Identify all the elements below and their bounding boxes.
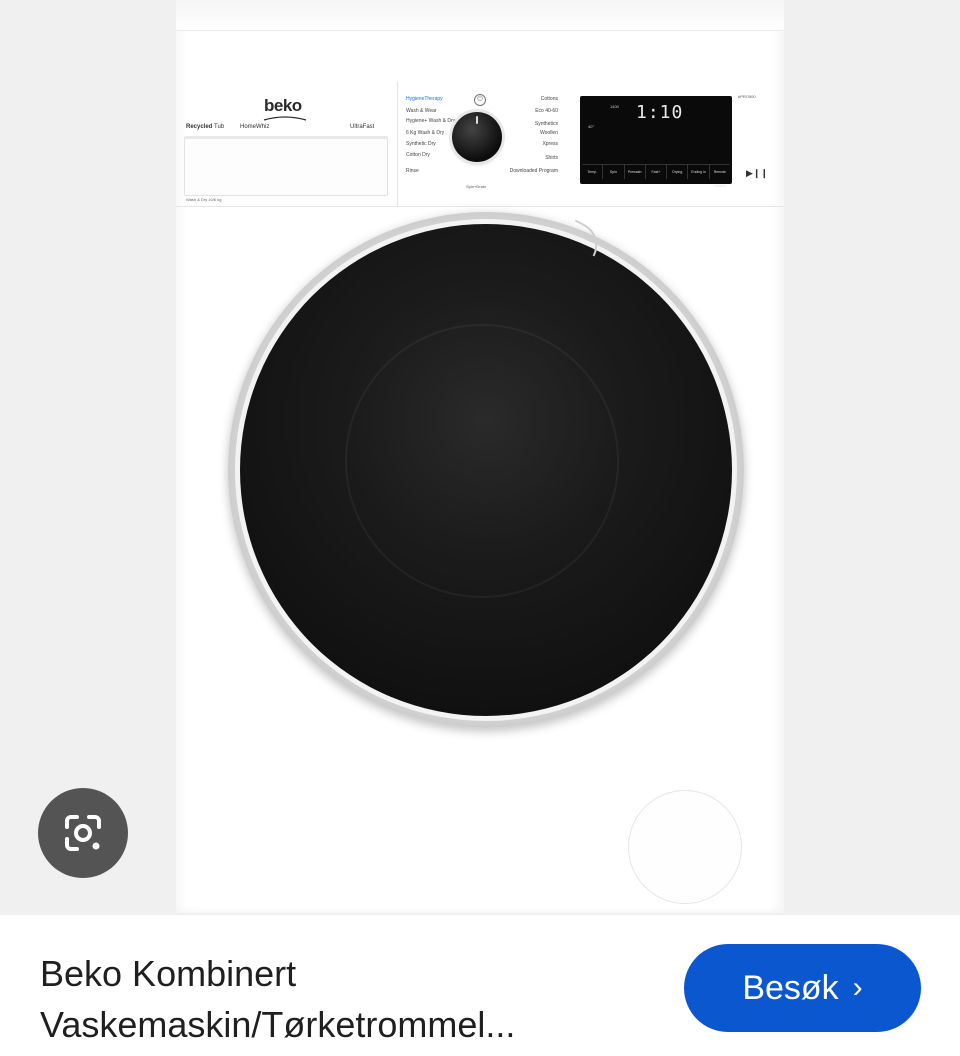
display-button: Spin [603, 165, 625, 179]
program-label: Hygiene+ Wash & Dry [406, 118, 456, 124]
brand-logo: beko [264, 96, 302, 115]
google-lens-icon [65, 815, 101, 851]
model-label: bPRO500 [738, 94, 756, 99]
drum-reflection [345, 324, 619, 598]
door-chrome-ring [228, 212, 744, 728]
program-knob [452, 112, 502, 162]
program-label: 6 Kg Wash & Dry [406, 130, 445, 136]
display-button: Temp. [582, 165, 604, 179]
program-label: Shirts [545, 155, 558, 161]
google-lens-button[interactable] [38, 788, 128, 878]
washing-machine: beko Recycled Tub HomeWhiz UltraFast Was… [176, 0, 784, 913]
product-image[interactable]: beko Recycled Tub HomeWhiz UltraFast Was… [0, 0, 960, 915]
power-icon: ⏻ [474, 94, 486, 106]
spin-drain-label: Spin+Drain [466, 184, 486, 189]
program-label: Wash & Wear [406, 108, 437, 114]
program-label: Downloaded Program [509, 168, 558, 174]
program-label: Woollen [540, 130, 558, 136]
caption-line: Beko Kombinert [40, 953, 297, 994]
program-label: Cottons [540, 96, 558, 102]
machine-top [176, 0, 784, 31]
capacity-label: Wash & Dry 10/6 kg [186, 197, 222, 202]
display-button: Fast+ [646, 165, 668, 179]
program-label: Cotton Dry [406, 152, 430, 158]
program-label: Rinse [406, 168, 419, 174]
door-frame [235, 219, 737, 721]
control-display: 1400 40° 1:10 Temp. Spin Prewash Fast+ D… [580, 96, 732, 188]
panel-bottom-line [176, 206, 784, 207]
product-caption[interactable]: Beko Kombinert Vaskemaskin/Tørketrommel.… [40, 948, 660, 1050]
display-temp: 40° [588, 124, 595, 129]
program-label: Xpress [542, 141, 558, 147]
panel-divider [397, 82, 398, 206]
program-label: Synthetics [534, 121, 558, 127]
homewhiz-badge: HomeWhiz [240, 124, 270, 130]
knob-indicator [476, 116, 478, 124]
ultrafast-badge: UltraFast [350, 124, 375, 130]
display-speed: 1400 [610, 104, 619, 109]
caption-line: Vaskemaskin/Tørketrommel... [40, 1004, 516, 1045]
display-button: Ending in [688, 165, 710, 179]
start-pause-icon: ▶❙❙ [746, 168, 769, 178]
display-button-row: Temp. Spin Prewash Fast+ Drying Ending i… [582, 164, 730, 188]
display-button: Prewash [625, 165, 646, 179]
visit-button-label: Besøk [742, 968, 839, 1007]
brand-swoosh-icon [263, 116, 307, 121]
program-label: Synthetic Dry [406, 141, 436, 147]
display-button: Drying [667, 165, 689, 179]
recycled-badge: Recycled Tub [186, 124, 225, 130]
door-glass [240, 224, 732, 716]
detergent-drawer [184, 136, 388, 196]
display-button: Remote Control [713, 170, 726, 188]
filter-cover [628, 790, 742, 904]
program-label: Eco 40-60 [535, 108, 558, 114]
display-time: 1:10 [636, 102, 684, 123]
visit-button[interactable]: Besøk › [684, 944, 921, 1032]
program-label: HygieneTherapy [406, 96, 443, 102]
chevron-right-icon: › [852, 971, 863, 1004]
